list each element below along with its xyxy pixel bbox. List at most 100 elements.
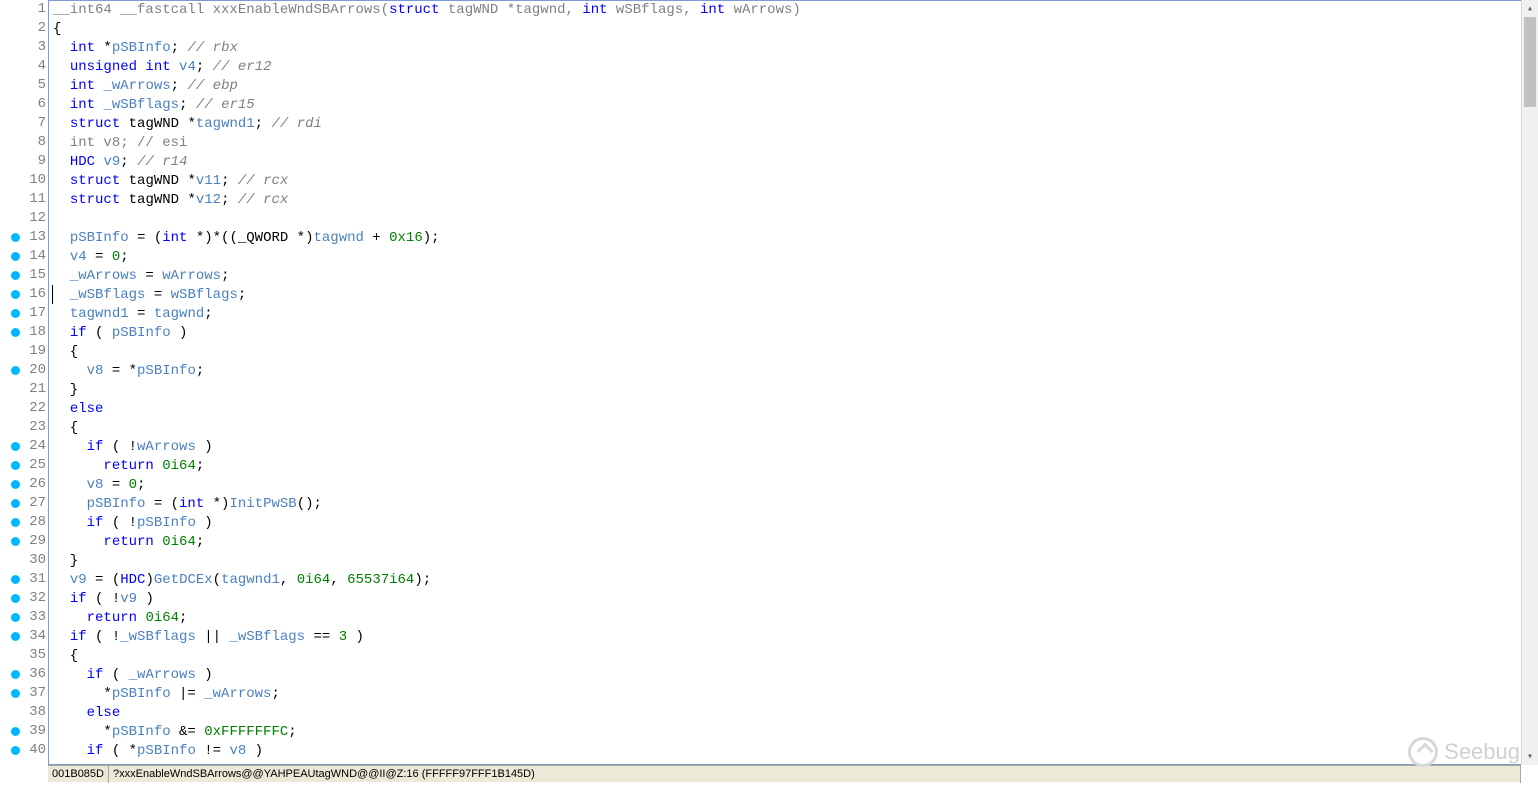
gutter-row[interactable]: 21 <box>0 380 48 399</box>
scrollbar-thumb[interactable] <box>1524 17 1536 107</box>
gutter-row[interactable]: 19 <box>0 342 48 361</box>
code-line[interactable]: { <box>53 20 1537 39</box>
breakpoint-dot-icon[interactable] <box>11 575 20 584</box>
breakpoint-dot-icon[interactable] <box>11 746 20 755</box>
code-line[interactable]: { <box>53 419 1537 438</box>
gutter-row[interactable]: 34 <box>0 627 48 646</box>
code-line[interactable]: HDC v9; // r14 <box>53 153 1537 172</box>
gutter-row[interactable]: 1 <box>0 0 48 19</box>
gutter-row[interactable]: 15 <box>0 266 48 285</box>
breakpoint-dot-icon[interactable] <box>11 309 20 318</box>
gutter-row[interactable]: 27 <box>0 494 48 513</box>
gutter-row[interactable]: 12 <box>0 209 48 228</box>
breakpoint-dot-icon[interactable] <box>11 518 20 527</box>
gutter-row[interactable]: 25 <box>0 456 48 475</box>
gutter-row[interactable]: 6 <box>0 95 48 114</box>
code-line[interactable]: _wSBflags = wSBflags; <box>53 286 1537 305</box>
gutter-row[interactable]: 13 <box>0 228 48 247</box>
code-line[interactable]: int *pSBInfo; // rbx <box>53 39 1537 58</box>
breakpoint-dot-icon[interactable] <box>11 328 20 337</box>
breakpoint-dot-icon[interactable] <box>11 613 20 622</box>
breakpoint-dot-icon[interactable] <box>11 594 20 603</box>
code-line[interactable]: *pSBInfo |= _wArrows; <box>53 685 1537 704</box>
breakpoint-dot-icon[interactable] <box>11 252 20 261</box>
gutter-row[interactable]: 9 <box>0 152 48 171</box>
code-line[interactable] <box>53 210 1537 229</box>
code-line[interactable]: } <box>53 381 1537 400</box>
code-editor[interactable]: __int64 __fastcall xxxEnableWndSBArrows(… <box>48 0 1538 765</box>
gutter-row[interactable]: 39 <box>0 722 48 741</box>
gutter-row[interactable]: 22 <box>0 399 48 418</box>
gutter-row[interactable]: 26 <box>0 475 48 494</box>
gutter-row[interactable]: 38 <box>0 703 48 722</box>
gutter-row[interactable]: 37 <box>0 684 48 703</box>
code-line[interactable]: __int64 __fastcall xxxEnableWndSBArrows(… <box>53 1 1537 20</box>
code-line[interactable]: else <box>53 704 1537 723</box>
breakpoint-dot-icon[interactable] <box>11 290 20 299</box>
breakpoint-dot-icon[interactable] <box>11 689 20 698</box>
gutter-row[interactable]: 11 <box>0 190 48 209</box>
gutter-row[interactable]: 32 <box>0 589 48 608</box>
gutter-row[interactable]: 31 <box>0 570 48 589</box>
code-line[interactable]: pSBInfo = (int *)*((_QWORD *)tagwnd + 0x… <box>53 229 1537 248</box>
scroll-up-arrow-icon[interactable]: ▴ <box>1522 0 1538 17</box>
breakpoint-dot-icon[interactable] <box>11 632 20 641</box>
gutter-row[interactable]: 7 <box>0 114 48 133</box>
gutter-row[interactable]: 28 <box>0 513 48 532</box>
code-line[interactable]: return 0i64; <box>53 533 1537 552</box>
code-line[interactable]: return 0i64; <box>53 609 1537 628</box>
code-line[interactable]: if ( !v9 ) <box>53 590 1537 609</box>
gutter-row[interactable]: 14 <box>0 247 48 266</box>
gutter-row[interactable]: 23 <box>0 418 48 437</box>
code-line[interactable]: struct tagWND *v12; // rcx <box>53 191 1537 210</box>
gutter-row[interactable]: 36 <box>0 665 48 684</box>
gutter-row[interactable]: 17 <box>0 304 48 323</box>
gutter-row[interactable]: 29 <box>0 532 48 551</box>
breakpoint-dot-icon[interactable] <box>11 537 20 546</box>
gutter-row[interactable]: 35 <box>0 646 48 665</box>
gutter-row[interactable]: 4 <box>0 57 48 76</box>
breakpoint-dot-icon[interactable] <box>11 366 20 375</box>
vertical-scrollbar[interactable]: ▴ ▾ <box>1521 0 1538 765</box>
code-line[interactable]: v8 = *pSBInfo; <box>53 362 1537 381</box>
code-line[interactable]: int _wSBflags; // er15 <box>53 96 1537 115</box>
gutter-row[interactable]: 30 <box>0 551 48 570</box>
gutter-row[interactable]: 8 <box>0 133 48 152</box>
code-line[interactable]: int v8; // esi <box>53 134 1537 153</box>
code-line[interactable]: { <box>53 647 1537 666</box>
code-line[interactable]: if ( pSBInfo ) <box>53 324 1537 343</box>
gutter-row[interactable]: 24 <box>0 437 48 456</box>
code-line[interactable]: } <box>53 552 1537 571</box>
gutter-row[interactable]: 20 <box>0 361 48 380</box>
code-line[interactable]: { <box>53 343 1537 362</box>
gutter-row[interactable]: 18 <box>0 323 48 342</box>
scroll-down-arrow-icon[interactable]: ▾ <box>1522 748 1538 765</box>
code-line[interactable]: struct tagWND *tagwnd1; // rdi <box>53 115 1537 134</box>
code-line[interactable]: _wArrows = wArrows; <box>53 267 1537 286</box>
gutter-row[interactable]: 3 <box>0 38 48 57</box>
code-line[interactable]: if ( !_wSBflags || _wSBflags == 3 ) <box>53 628 1537 647</box>
gutter-row[interactable]: 10 <box>0 171 48 190</box>
gutter-row[interactable]: 40 <box>0 741 48 760</box>
gutter-row[interactable]: 33 <box>0 608 48 627</box>
code-line[interactable]: if ( !wArrows ) <box>53 438 1537 457</box>
code-line[interactable]: v9 = (HDC)GetDCEx(tagwnd1, 0i64, 65537i6… <box>53 571 1537 590</box>
code-line[interactable]: else <box>53 400 1537 419</box>
code-editor-inner[interactable]: __int64 __fastcall xxxEnableWndSBArrows(… <box>49 1 1537 761</box>
code-line[interactable]: pSBInfo = (int *)InitPwSB(); <box>53 495 1537 514</box>
code-line[interactable]: if ( _wArrows ) <box>53 666 1537 685</box>
gutter-row[interactable]: 16 <box>0 285 48 304</box>
code-line[interactable]: *pSBInfo &= 0xFFFFFFFC; <box>53 723 1537 742</box>
gutter-row[interactable]: 5 <box>0 76 48 95</box>
breakpoint-dot-icon[interactable] <box>11 461 20 470</box>
code-line[interactable]: v4 = 0; <box>53 248 1537 267</box>
code-line[interactable]: if ( *pSBInfo != v8 ) <box>53 742 1537 761</box>
breakpoint-dot-icon[interactable] <box>11 442 20 451</box>
code-line[interactable]: if ( !pSBInfo ) <box>53 514 1537 533</box>
code-line[interactable]: v8 = 0; <box>53 476 1537 495</box>
code-line[interactable]: struct tagWND *v11; // rcx <box>53 172 1537 191</box>
breakpoint-dot-icon[interactable] <box>11 480 20 489</box>
code-line[interactable]: int _wArrows; // ebp <box>53 77 1537 96</box>
code-line[interactable]: unsigned int v4; // er12 <box>53 58 1537 77</box>
gutter-row[interactable]: 2 <box>0 19 48 38</box>
